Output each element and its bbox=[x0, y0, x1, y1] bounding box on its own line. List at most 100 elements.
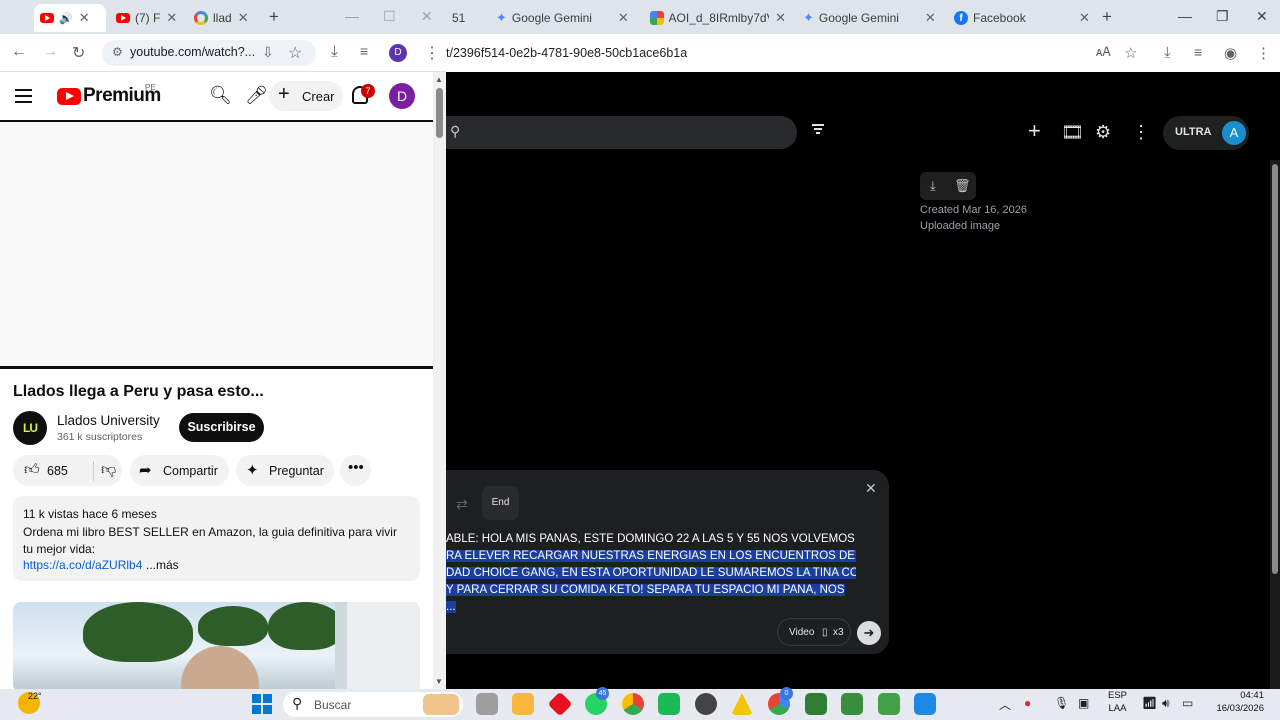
close-window-icon[interactable]: ✕ bbox=[421, 8, 433, 25]
maximize-icon[interactable]: ❐ bbox=[1216, 8, 1229, 25]
translate-icon[interactable]: 🗚 bbox=[1096, 44, 1111, 60]
ask-button[interactable]: ✦ Preguntar bbox=[236, 455, 334, 486]
right-scrollbar[interactable] bbox=[1270, 160, 1280, 689]
minimize-icon[interactable]: — bbox=[345, 8, 359, 24]
profile-avatar[interactable]: D bbox=[389, 44, 407, 62]
video-player[interactable] bbox=[0, 122, 434, 367]
close-icon[interactable]: ✕ bbox=[79, 10, 90, 26]
music-pwa-icon[interactable] bbox=[878, 693, 900, 715]
film-icon[interactable]: 🎞︎ bbox=[1061, 122, 1084, 143]
battery-icon[interactable]: ▭ bbox=[1182, 696, 1193, 710]
display-icon[interactable]: ▣ bbox=[1078, 696, 1089, 710]
microphone-icon[interactable]: 🎙︎ bbox=[1054, 696, 1069, 710]
more-actions-button[interactable]: ••• bbox=[340, 455, 371, 486]
menu-icon[interactable]: ⋮ bbox=[424, 43, 440, 63]
warning-app-icon[interactable] bbox=[731, 693, 753, 715]
site-info-icon[interactable]: ⚙ bbox=[112, 45, 123, 59]
close-icon[interactable]: ✕ bbox=[1079, 10, 1090, 26]
swap-icon[interactable]: ⇄ bbox=[456, 496, 468, 513]
transcript-text[interactable]: ABLE: HOLA MIS PANAS, ESTE DOMINGO 22 A … bbox=[446, 531, 856, 616]
settings-gear-icon[interactable]: ⚙ bbox=[1095, 122, 1111, 143]
red-app-icon[interactable] bbox=[547, 691, 573, 717]
profile-icon[interactable]: ◉ bbox=[1224, 44, 1237, 62]
reload-icon[interactable]: ↻ bbox=[72, 43, 85, 63]
recommended-video-thumbnail[interactable] bbox=[13, 602, 420, 689]
channel-name[interactable]: Llados University bbox=[57, 413, 160, 428]
bookmark-star-icon[interactable]: ☆ bbox=[288, 43, 302, 63]
account-chip[interactable]: ULTRA A bbox=[1163, 116, 1249, 150]
tray-chevron-icon[interactable]: ︿ bbox=[999, 696, 1011, 713]
scrollbar-thumb[interactable] bbox=[436, 88, 443, 138]
url-field[interactable]: ⚙ youtube.com/watch?... bbox=[102, 40, 316, 66]
video-mode-chip[interactable]: Video ▯ x3 bbox=[777, 618, 851, 646]
input-language[interactable]: ESP LAA bbox=[1108, 689, 1127, 715]
file-explorer-icon[interactable] bbox=[512, 693, 534, 715]
show-more-link[interactable]: ...más bbox=[146, 558, 179, 572]
close-icon[interactable]: ✕ bbox=[166, 10, 177, 26]
wifi-icon[interactable]: 📶︎ bbox=[1142, 696, 1157, 710]
menu-icon[interactable]: ⋮ bbox=[1256, 44, 1271, 62]
download-icon[interactable]: ⤓ bbox=[1164, 44, 1171, 61]
taskbar-search[interactable]: ⚲ Buscar bbox=[283, 692, 463, 717]
download-icon[interactable]: ⤓ bbox=[930, 178, 936, 194]
bookmark-star-icon[interactable]: ☆ bbox=[1124, 44, 1137, 62]
create-button[interactable]: + Crear bbox=[269, 81, 343, 111]
settings-app-icon[interactable] bbox=[695, 693, 717, 715]
back-icon[interactable]: ← bbox=[11, 43, 27, 61]
minimize-icon[interactable]: — bbox=[1178, 8, 1192, 24]
media-queue-icon[interactable]: ≡ bbox=[1194, 44, 1202, 60]
channel-avatar[interactable]: LU bbox=[13, 411, 47, 445]
send-arrow-icon[interactable]: ➜ bbox=[857, 621, 881, 645]
close-icon[interactable]: ✕ bbox=[865, 480, 877, 497]
blue-app-icon[interactable] bbox=[914, 693, 936, 715]
subscribe-button[interactable]: Suscribirse bbox=[179, 413, 264, 442]
like-count[interactable]: 685 bbox=[47, 464, 68, 478]
microphone-icon[interactable]: 🎤︎ bbox=[245, 85, 268, 106]
new-tab-icon[interactable]: + bbox=[269, 7, 279, 27]
youtube-logo[interactable] bbox=[57, 88, 81, 105]
scroll-down-icon[interactable]: ▼ bbox=[435, 677, 443, 686]
share-button[interactable]: ➦ Compartir bbox=[130, 455, 229, 486]
filter-icon[interactable] bbox=[812, 124, 824, 136]
description-link[interactable]: https://a.co/d/aZURlb4 bbox=[23, 558, 142, 572]
tab-facebook[interactable]: f Facebook ✕ bbox=[948, 4, 1096, 32]
delete-icon[interactable]: 🗑︎ bbox=[954, 178, 971, 194]
close-window-icon[interactable]: ✕ bbox=[1256, 8, 1268, 25]
dislike-icon[interactable]: 👎︎ bbox=[101, 461, 116, 479]
chatgpt-pwa-icon[interactable] bbox=[841, 693, 863, 715]
close-icon[interactable]: ✕ bbox=[618, 10, 629, 26]
tab-youtube-playing[interactable]: 🔊 ✕ bbox=[34, 4, 106, 32]
left-scrollbar[interactable]: ▲ ▼ bbox=[433, 72, 446, 689]
close-icon[interactable]: ✕ bbox=[775, 10, 786, 26]
close-icon[interactable]: ✕ bbox=[925, 10, 936, 26]
maximize-icon[interactable]: ☐ bbox=[383, 8, 396, 25]
antivirus-icon[interactable]: ● bbox=[1024, 696, 1031, 710]
volume-icon[interactable]: 🔊︎ bbox=[1162, 696, 1170, 711]
close-icon[interactable]: ✕ bbox=[238, 10, 249, 26]
tab-gemini-1[interactable]: ✦ Google Gemini ✕ bbox=[490, 4, 638, 32]
forward-icon[interactable]: → bbox=[42, 43, 58, 61]
system-clock[interactable]: 04:41 16/03/2026 bbox=[1212, 689, 1264, 715]
more-vertical-icon[interactable]: ⋮ bbox=[1132, 122, 1150, 143]
end-button[interactable]: End bbox=[482, 486, 519, 520]
gemini-pwa-icon[interactable] bbox=[805, 693, 827, 715]
youtube-avatar[interactable]: D bbox=[389, 83, 415, 109]
new-tab-icon[interactable]: + bbox=[1102, 7, 1112, 27]
green-app-icon[interactable] bbox=[658, 693, 680, 715]
tab-partial[interactable]: 51 bbox=[446, 4, 482, 32]
install-icon[interactable]: ⇩ bbox=[262, 44, 274, 61]
download-icon[interactable]: ⤓ bbox=[331, 43, 338, 61]
hamburger-menu-icon[interactable] bbox=[15, 89, 32, 103]
description-box[interactable]: 11 k vistas hace 6 meses Ordena mi libro… bbox=[13, 496, 420, 581]
url-text[interactable]: t/2396f514-0e2b-4781-90e8-50cb1ace6b1a bbox=[446, 46, 687, 60]
file-app-icon[interactable] bbox=[476, 693, 498, 715]
add-icon[interactable]: + bbox=[1028, 118, 1041, 144]
tab-youtube-2[interactable]: (7) F ✕ bbox=[110, 4, 182, 32]
scrollbar-thumb[interactable] bbox=[1272, 164, 1278, 574]
tab-aoi[interactable]: AOI_d_8IRmlby7dVx ✕ bbox=[644, 4, 792, 32]
windows-start-icon[interactable] bbox=[252, 694, 272, 714]
chrome-profile-icon[interactable] bbox=[622, 693, 644, 715]
like-icon[interactable]: 👍︎ bbox=[24, 461, 40, 479]
scroll-up-icon[interactable]: ▲ bbox=[435, 75, 443, 84]
search-icon[interactable]: 🔍︎ bbox=[209, 85, 232, 106]
